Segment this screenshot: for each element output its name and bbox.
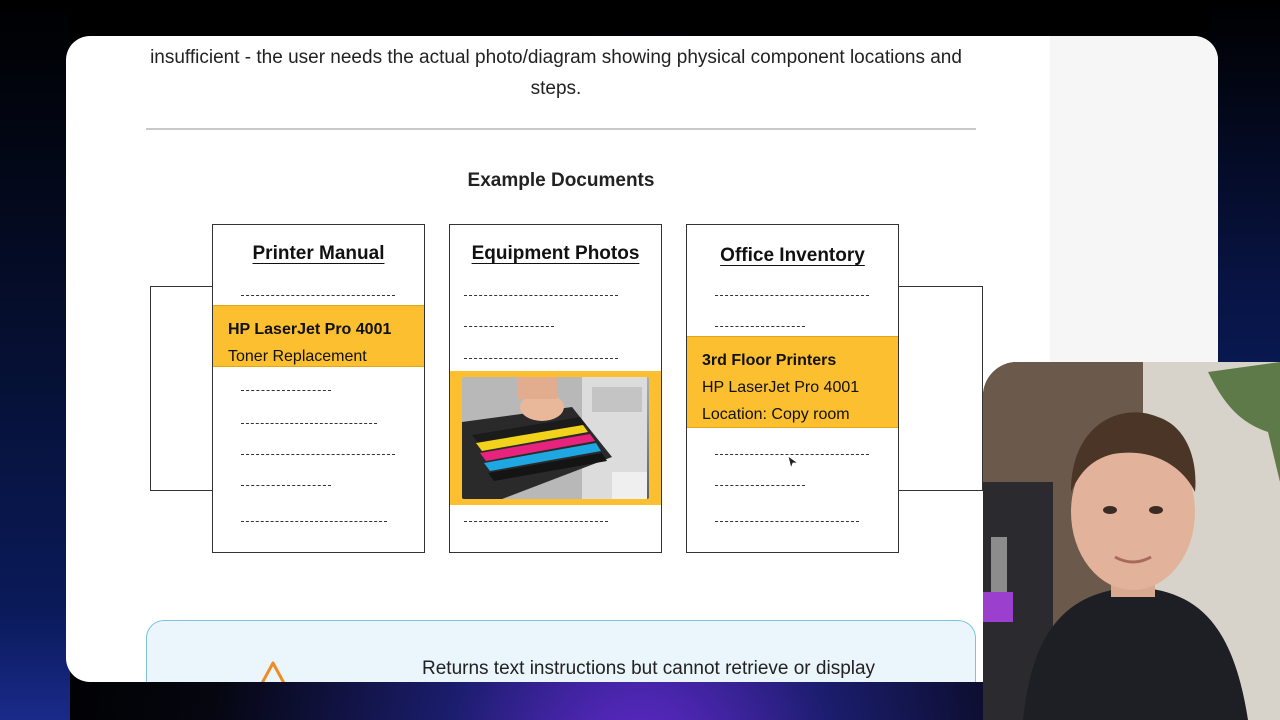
text-placeholder-line — [241, 485, 331, 486]
text-placeholder-line — [241, 521, 387, 522]
text-placeholder-line — [464, 358, 618, 359]
callout-text: Returns text instructions but cannot ret… — [422, 658, 876, 679]
warning-icon — [260, 661, 286, 682]
text-placeholder-line — [464, 521, 608, 522]
text-placeholder-line — [715, 521, 859, 522]
card-title: Equipment Photos — [471, 243, 640, 264]
text-placeholder-line — [241, 454, 395, 455]
highlight-line: HP LaserJet Pro 4001 — [702, 379, 860, 396]
text-placeholder-line — [715, 295, 869, 296]
highlight-title: 3rd Floor Printers — [702, 352, 837, 369]
text-placeholder-line — [715, 326, 805, 327]
background-left — [0, 0, 70, 720]
text-placeholder-line — [241, 390, 331, 391]
card-printer-manual: Printer Manual HP LaserJet Pro 4001 Tone… — [212, 224, 425, 553]
text-placeholder-line — [715, 485, 805, 486]
printer-toner-image — [462, 377, 647, 499]
card-office-inventory: Office Inventory 3rd Floor Printers HP L… — [686, 224, 899, 553]
divider — [146, 128, 976, 130]
highlight-line: Location: Copy room — [702, 406, 850, 423]
intro-text: insufficient - the user needs the actual… — [150, 47, 962, 99]
card-equipment-photos: Equipment Photos — [449, 224, 662, 553]
highlight-box — [450, 371, 661, 505]
printer-toner-photo — [462, 377, 649, 499]
text-placeholder-line — [464, 295, 618, 296]
side-box-right — [886, 286, 983, 491]
text-placeholder-line — [241, 423, 377, 424]
text-placeholder-line — [241, 295, 395, 296]
presenter-video — [983, 362, 1280, 720]
highlight-title: HP LaserJet Pro 4001 — [228, 321, 392, 338]
webcam-overlay — [983, 362, 1280, 720]
highlight-subtitle: Toner Replacement — [228, 348, 367, 365]
section-title: Example Documents — [467, 170, 655, 191]
mouse-cursor-icon — [787, 455, 799, 469]
card-title: Office Inventory — [720, 245, 865, 266]
warning-callout: Returns text instructions but cannot ret… — [146, 620, 976, 682]
highlight-box: 3rd Floor Printers HP LaserJet Pro 4001 … — [687, 336, 898, 428]
highlight-box: HP LaserJet Pro 4001 Toner Replacement — [213, 305, 424, 367]
card-title: Printer Manual — [252, 243, 385, 264]
text-placeholder-line — [464, 326, 554, 327]
